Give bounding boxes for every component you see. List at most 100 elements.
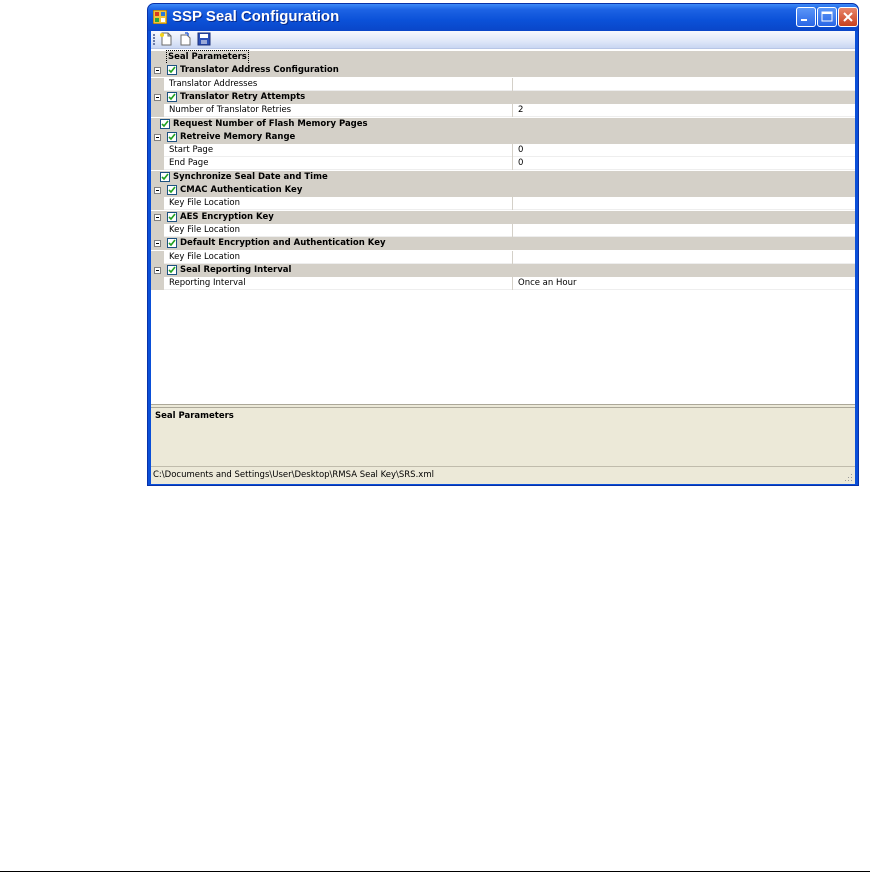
checkmark-icon bbox=[168, 266, 176, 273]
property-grid[interactable]: Seal Parameters Translator Address Config… bbox=[151, 49, 855, 405]
column-divider[interactable] bbox=[512, 104, 513, 118]
collapse-icon[interactable] bbox=[154, 266, 161, 274]
property-row[interactable]: Key File Location bbox=[151, 250, 855, 264]
column-divider[interactable] bbox=[512, 77, 513, 91]
section-label: Translator Address Configuration bbox=[180, 65, 339, 76]
section-label: Synchronize Seal Date and Time bbox=[173, 171, 328, 182]
property-value[interactable]: 2 bbox=[518, 104, 523, 117]
property-row-margin bbox=[151, 250, 164, 264]
app-window: SSP Seal Configuration Seal Parameters T… bbox=[147, 3, 859, 486]
open-file-icon[interactable] bbox=[178, 32, 192, 46]
collapse-icon[interactable] bbox=[154, 133, 161, 141]
column-divider[interactable] bbox=[512, 250, 513, 264]
window-title: SSP Seal Configuration bbox=[172, 8, 340, 25]
grid-section-row[interactable]: Translator Address Configuration bbox=[151, 64, 855, 78]
section-checkbox[interactable] bbox=[167, 131, 177, 142]
property-name: Key File Location bbox=[169, 224, 240, 235]
grid-section-row[interactable]: Seal Reporting Interval bbox=[151, 263, 855, 277]
checkmark-icon bbox=[161, 120, 169, 127]
property-row[interactable]: Number of Translator Retries 2 bbox=[151, 104, 855, 118]
section-label: AES Encryption Key bbox=[180, 211, 274, 222]
collapse-icon[interactable] bbox=[154, 93, 161, 101]
property-name: Number of Translator Retries bbox=[169, 105, 292, 116]
grid-section-row[interactable]: Synchronize Seal Date and Time bbox=[151, 170, 855, 184]
section-checkbox[interactable] bbox=[167, 65, 177, 76]
section-label: Seal Reporting Interval bbox=[180, 264, 292, 275]
property-row-margin bbox=[151, 277, 164, 291]
maximize-button[interactable] bbox=[817, 7, 837, 27]
section-checkbox[interactable] bbox=[160, 171, 170, 182]
collapse-icon[interactable] bbox=[154, 213, 161, 221]
status-bar: C:\Documents and Settings\User\Desktop\R… bbox=[151, 466, 855, 484]
property-row-margin bbox=[151, 77, 164, 91]
close-icon bbox=[843, 12, 853, 22]
app-icon bbox=[153, 10, 167, 24]
property-row[interactable]: Start Page 0 bbox=[151, 144, 855, 158]
grid-section-row[interactable]: Default Encryption and Authentication Ke… bbox=[151, 237, 855, 251]
description-pane: Seal Parameters bbox=[151, 407, 855, 464]
property-row-margin bbox=[151, 144, 164, 158]
section-checkbox[interactable] bbox=[167, 91, 177, 102]
section-checkbox[interactable] bbox=[167, 185, 177, 195]
resize-grip-icon[interactable] bbox=[843, 472, 853, 482]
column-divider[interactable] bbox=[512, 277, 513, 291]
checkmark-icon bbox=[168, 186, 176, 194]
section-checkbox[interactable] bbox=[167, 238, 177, 249]
property-row[interactable]: End Page 0 bbox=[151, 157, 855, 171]
collapse-icon[interactable] bbox=[154, 67, 161, 75]
section-checkbox[interactable] bbox=[160, 118, 170, 129]
minimize-icon bbox=[801, 19, 807, 21]
title-bar[interactable]: SSP Seal Configuration bbox=[148, 4, 858, 31]
save-icon[interactable] bbox=[197, 32, 211, 46]
property-row-margin bbox=[151, 197, 164, 211]
section-checkbox[interactable] bbox=[167, 264, 177, 275]
minimize-button[interactable] bbox=[796, 7, 816, 27]
grid-section-row[interactable]: CMAC Authentication Key bbox=[151, 184, 855, 197]
checkmark-icon bbox=[168, 213, 176, 220]
property-value[interactable]: Once an Hour bbox=[518, 277, 576, 290]
column-divider[interactable] bbox=[512, 144, 513, 158]
property-row[interactable]: Translator Addresses bbox=[151, 77, 855, 91]
description-title: Seal Parameters bbox=[155, 411, 234, 421]
maximize-icon bbox=[821, 11, 833, 22]
checkmark-icon bbox=[168, 93, 176, 101]
collapse-icon[interactable] bbox=[154, 240, 161, 248]
property-row-margin bbox=[151, 223, 164, 237]
section-label: CMAC Authentication Key bbox=[180, 185, 303, 195]
section-label: Translator Retry Attempts bbox=[180, 91, 306, 102]
checkmark-icon bbox=[168, 133, 176, 140]
page-bottom-rule bbox=[0, 871, 870, 872]
section-label: Retreive Memory Range bbox=[180, 131, 296, 142]
section-label: Request Number of Flash Memory Pages bbox=[173, 118, 368, 129]
grid-section-row[interactable]: Request Number of Flash Memory Pages bbox=[151, 117, 855, 131]
new-file-icon[interactable] bbox=[159, 32, 173, 46]
property-name: Start Page bbox=[169, 145, 214, 156]
client-area: Seal Parameters Translator Address Config… bbox=[151, 31, 855, 484]
section-checkbox[interactable] bbox=[167, 211, 177, 222]
column-divider[interactable] bbox=[512, 157, 513, 171]
close-button[interactable] bbox=[838, 7, 858, 27]
property-value[interactable]: 0 bbox=[518, 144, 523, 157]
property-row-margin bbox=[151, 104, 164, 118]
property-row[interactable]: Reporting Interval Once an Hour bbox=[151, 277, 855, 291]
grid-section-row[interactable]: Retreive Memory Range bbox=[151, 130, 855, 144]
property-row[interactable]: Key File Location bbox=[151, 197, 855, 211]
property-name: Translator Addresses bbox=[169, 78, 258, 89]
property-value[interactable]: 0 bbox=[518, 157, 523, 170]
grid-section-row[interactable]: AES Encryption Key bbox=[151, 210, 855, 224]
grid-root-row[interactable]: Seal Parameters bbox=[151, 50, 855, 65]
checkmark-icon bbox=[161, 173, 169, 180]
property-name: Reporting Interval bbox=[169, 278, 246, 289]
checkmark-icon bbox=[168, 239, 176, 247]
checkmark-icon bbox=[168, 66, 176, 74]
property-name: End Page bbox=[169, 158, 209, 169]
column-divider[interactable] bbox=[512, 223, 513, 237]
property-name: Key File Location bbox=[169, 198, 240, 209]
collapse-icon[interactable] bbox=[154, 187, 161, 194]
property-row[interactable]: Key File Location bbox=[151, 223, 855, 237]
toolbar-grip[interactable] bbox=[153, 34, 155, 45]
section-label: Default Encryption and Authentication Ke… bbox=[180, 238, 386, 249]
toolbar bbox=[151, 31, 855, 49]
column-divider[interactable] bbox=[512, 197, 513, 211]
grid-section-row[interactable]: Translator Retry Attempts bbox=[151, 90, 855, 104]
